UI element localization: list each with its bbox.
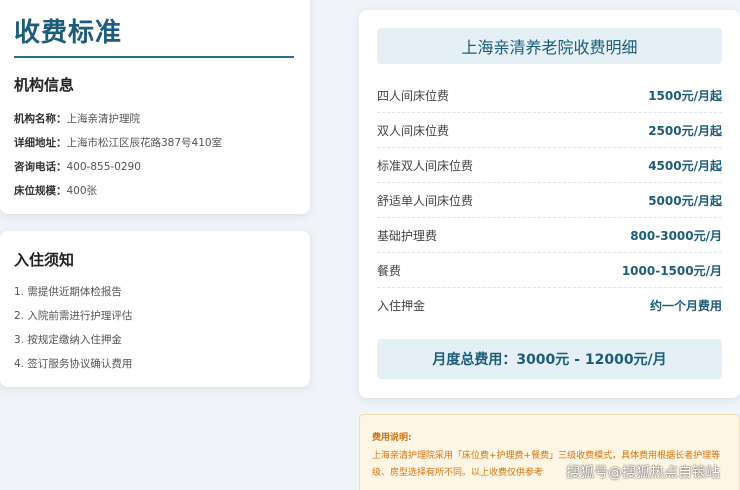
fee-name: 入住押金 — [377, 299, 426, 313]
fee-list: 四人间床位费 1500元/月起 双人间床位费 2500元/月起 标准双人间床位费… — [377, 78, 722, 323]
fee-name: 四人间床位费 — [377, 88, 450, 103]
notice-item: 2. 入院前需进行护理评估 — [14, 310, 133, 322]
fee-value: 5000元/月起 — [648, 193, 722, 208]
info-phone-label: 咨询电话： — [14, 161, 67, 173]
title-divider — [14, 56, 294, 58]
fee-row: 餐费 1000-1500元/月 — [377, 253, 722, 288]
info-beds-label: 床位规模： — [14, 185, 67, 197]
info-name: 机构名称：上海亲清护理院 — [14, 107, 296, 131]
fee-name: 标准双人间床位费 — [377, 158, 474, 173]
notice-item: 4. 签订服务协议确认费用 — [14, 358, 133, 370]
info-name-label: 机构名称： — [14, 113, 67, 125]
info-address-label: 详细地址： — [14, 137, 67, 149]
fee-row: 基础护理费 800-3000元/月 — [377, 218, 722, 253]
info-beds-value: 400张 — [66, 185, 98, 197]
fee-card: 上海亲清养老院收费明细 四人间床位费 1500元/月起 双人间床位费 2500元… — [359, 10, 740, 398]
info-phone: 咨询电话：400-855-0290 — [14, 155, 296, 179]
monthly-total: 月度总费用：3000元 - 12000元/月 — [377, 339, 722, 379]
info-phone-value: 400-855-0290 — [66, 161, 141, 173]
fee-name: 餐费 — [377, 263, 402, 278]
fee-row: 标准双人间床位费 4500元/月起 — [377, 148, 722, 183]
fee-value: 4500元/月起 — [648, 158, 722, 173]
fee-row: 双人间床位费 2500元/月起 — [377, 113, 722, 148]
notice-heading: 入住须知 — [14, 251, 75, 269]
fee-name: 舒适单人间床位费 — [377, 193, 474, 208]
info-name-value: 上海亲清护理院 — [66, 113, 141, 125]
fee-value: 1500元/月起 — [648, 88, 722, 103]
fee-note-title: 费用说明: — [372, 433, 412, 443]
fee-row: 入住押金 约一个月费用 — [377, 288, 722, 323]
fee-value: 1000-1500元/月 — [621, 263, 722, 278]
fee-value: 800-3000元/月 — [630, 228, 722, 243]
notice-item: 3. 按规定缴纳入住押金 — [14, 334, 122, 346]
fee-heading: 上海亲清养老院收费明细 — [377, 28, 722, 64]
institution-card: 收费标准 机构信息 机构名称：上海亲清护理院 详细地址：上海市松江区辰花路387… — [0, 0, 310, 214]
fee-value: 2500元/月起 — [648, 123, 722, 138]
source-watermark: 搜狐号@搜狐热点自锒站 — [566, 465, 720, 481]
fee-value: 约一个月费用 — [649, 299, 722, 313]
info-address: 详细地址：上海市松江区辰花路387号410室 — [14, 131, 296, 155]
fee-row: 舒适单人间床位费 5000元/月起 — [377, 183, 722, 218]
notice-card: 入住须知 1. 需提供近期体检报告 2. 入院前需进行护理评估 3. 按规定缴纳… — [0, 231, 310, 387]
notice-item: 1. 需提供近期体检报告 — [14, 286, 122, 298]
institution-heading: 机构信息 — [14, 76, 75, 94]
info-beds: 床位规模：400张 — [14, 179, 296, 203]
page-title: 收费标准 — [14, 18, 123, 48]
fee-row: 四人间床位费 1500元/月起 — [377, 78, 722, 113]
fee-name: 基础护理费 — [377, 228, 438, 243]
fee-name: 双人间床位费 — [377, 123, 450, 138]
info-address-value: 上海市松江区辰花路387号410室 — [66, 137, 223, 149]
